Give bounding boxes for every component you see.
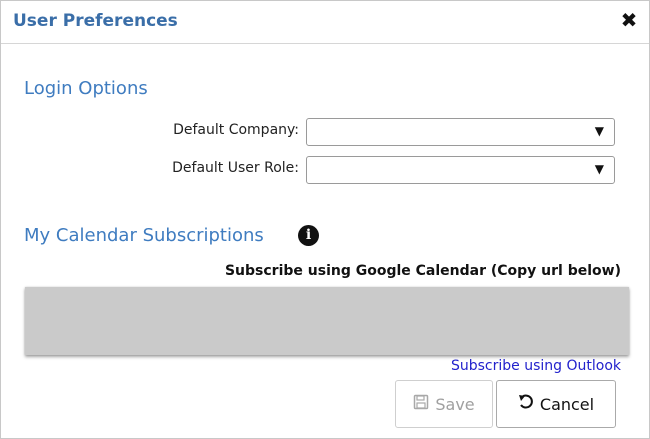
undo-icon (518, 394, 534, 414)
save-button[interactable]: Save (395, 380, 493, 428)
dialog-titlebar: User Preferences ✖ (1, 1, 649, 44)
default-user-role-label: Default User Role: (172, 160, 299, 176)
close-icon[interactable]: ✖ (617, 7, 641, 33)
dialog-title: User Preferences (13, 11, 178, 31)
google-calendar-url-field[interactable] (25, 287, 629, 355)
login-options-heading: Login Options (24, 78, 148, 99)
calendar-subscriptions-heading: My Calendar Subscriptions (24, 225, 264, 246)
subscribe-outlook-link[interactable]: Subscribe using Outlook (451, 358, 621, 374)
dropdown-arrow-icon: ▼ (594, 162, 604, 176)
cancel-button[interactable]: Cancel (496, 380, 616, 428)
info-icon[interactable]: i (298, 225, 319, 246)
save-icon (413, 394, 429, 414)
dropdown-arrow-icon: ▼ (594, 124, 604, 138)
default-company-label: Default Company: (173, 122, 299, 138)
save-button-label: Save (435, 394, 475, 414)
user-preferences-dialog: User Preferences ✖ Login Options Default… (0, 0, 650, 439)
default-company-select[interactable]: ▼ (306, 118, 615, 146)
default-user-role-select[interactable]: ▼ (306, 156, 615, 184)
google-calendar-label: Subscribe using Google Calendar (Copy ur… (224, 263, 621, 279)
cancel-button-label: Cancel (539, 394, 595, 414)
